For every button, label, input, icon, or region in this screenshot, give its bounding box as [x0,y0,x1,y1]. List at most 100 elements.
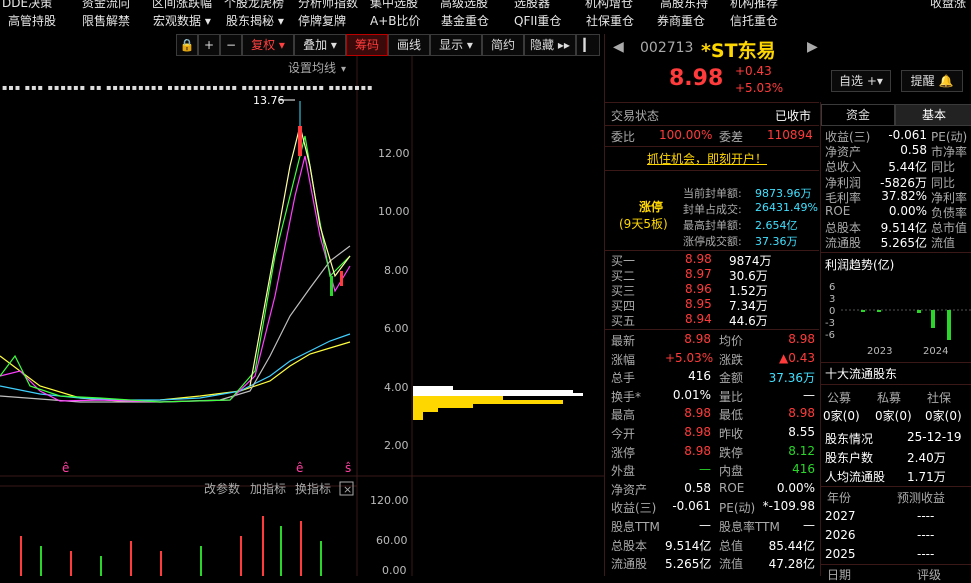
stat-label: 总值 [719,538,744,553]
weicha-value: 110894 [767,128,813,142]
stock-code: 002713 [640,40,694,56]
stat-value: 8.98 [788,332,815,346]
menu-item[interactable]: 券商重仓 [657,12,705,29]
menu-item[interactable]: 高股东持 [660,0,708,11]
fund-label: 流值 [931,236,956,251]
top-menu: DDE决策 资金流向 区间涨跌幅 个股龙虎榜 分析师指数 集中选股 高级选股 选… [0,0,971,34]
tab-basic[interactable]: 基本 [895,104,971,126]
fundamentals-panel: 资金 基本 收益(三) -0.061 PE(动) 净资产 0.58 市净率 总收入 5.44亿… [820,102,971,582]
profit-trend-title: 利润趋势(亿) [825,258,895,272]
stat-label: 最高 [611,408,636,423]
add-indicator-button[interactable]: 加指标 [250,481,286,496]
menu-item[interactable]: 资金流向 [82,0,130,11]
eps-year: 2026 [825,528,856,542]
holder-head: 私募 [877,391,902,405]
stat-value: 0.00% [776,480,815,495]
stat-value: -0.061 [672,499,711,514]
zoom-out-icon[interactable]: − [220,34,242,56]
hide-button[interactable]: 隐藏 ▸▸ [524,34,576,56]
stat-label: 金额 [719,371,744,386]
signal-strip: ▪▪▪ ▪▪▪ ▪▪▪▪▪▪ ▪▪ ▪▪▪▪▪▪▪▪▪ ▪▪▪▪▪▪▪▪▪▪▪ … [2,83,374,92]
svg-text:6: 6 [829,282,835,293]
stat-value: ▲0.43 [779,350,815,365]
switch-indicator-button[interactable]: 换指标 [295,481,331,496]
bottom-head: 日期 [827,568,852,582]
menu-item[interactable]: 个股龙虎榜 [224,0,284,11]
price-tick: 4.00 [384,381,409,394]
svg-text:ê: ê [62,461,69,475]
menu-item[interactable]: 高管持股 [8,12,56,29]
stat-value: 8.98 [684,425,711,439]
price-pct: +5.03% [735,81,784,95]
chart-toolbar: 🔒 + − 复权 ▾ 叠加 ▾ 筹码 画线 显示 ▾ 简约 隐藏 ▸▸ ▎ [176,34,604,56]
stat-label: 股息TTM [611,520,660,534]
prev-stock-icon[interactable]: ◀ [613,39,624,55]
eps-head: 预测收益 [897,491,946,505]
zoom-in-icon[interactable]: + [198,34,220,56]
holder-val: 0家(0) [875,409,912,423]
stat-value: 8.98 [684,443,711,458]
menu-item[interactable]: 分析师指数 [298,0,358,11]
display-button[interactable]: 显示 ▾ [430,34,482,56]
menu-item[interactable]: A+B比价 [370,12,421,29]
stat-value: 85.44亿 [768,538,815,553]
alert-button[interactable]: 提醒 🔔 [901,70,963,92]
menu-item[interactable]: 高级选股 [440,0,488,11]
stat-value: 0.01% [672,387,711,402]
menu-item[interactable]: 信托重仓 [730,12,778,29]
chip-button[interactable]: 筹码 [346,34,388,56]
fund-value: 5.265亿 [880,236,927,251]
eps-value: ---- [917,528,935,542]
svg-text:0: 0 [829,306,835,317]
menu-item[interactable]: 宏观数据 ▾ [153,12,211,29]
lock-icon[interactable]: 🔒 [176,34,198,56]
menu-item[interactable]: 机构推荐 [730,0,778,11]
svg-text:ŝ: ŝ [345,461,351,475]
menu-row-1: DDE决策 资金流向 区间涨跌幅 个股龙虎榜 分析师指数 集中选股 高级选股 选… [0,0,971,11]
add-watchlist-button[interactable]: 自选 +▾ [831,70,891,92]
signal-markers: êêŝ [62,461,351,475]
kline-chart[interactable]: 设置均线 ▾ ▪▪▪ ▪▪▪ ▪▪▪▪▪▪ ▪▪ ▪▪▪▪▪▪▪▪▪ ▪▪▪▪▪… [0,56,604,576]
stat-label: 流值 [719,557,744,572]
svg-text:2024: 2024 [923,346,948,357]
simple-button[interactable]: 简约 [482,34,524,56]
ma-lines [0,125,351,403]
menu-item[interactable]: 区间涨跌幅 [152,0,212,11]
menu-item[interactable]: 选股器 [514,0,550,11]
menu-item[interactable]: DDE决策 [2,0,52,11]
profit-trend-chart: 63 0-3 -6 2023 2024 [825,282,971,357]
peak-label: 13.76 [253,94,285,107]
eps-value: ---- [917,547,935,561]
open-account-link[interactable]: 抓住机会，即刻开户！ [647,150,767,167]
tab-capital[interactable]: 资金 [821,104,895,126]
next-stock-icon[interactable]: ▶ [807,39,818,55]
stat-value: 0.58 [684,480,711,495]
menu-item[interactable]: 收盘涨 [930,0,966,11]
menu-item[interactable]: 限售解禁 [82,12,130,29]
menu-item[interactable]: 股东揭秘 ▾ [226,12,284,29]
stat-label: 收益(三) [611,501,657,516]
stat-value: *-109.98 [762,499,815,514]
menu-item[interactable]: 机构增仓 [585,0,633,11]
dropdown-icon[interactable]: ▾ [341,64,346,75]
svg-text:-6: -6 [825,330,835,341]
ma-settings-label[interactable]: 设置均线 [288,61,336,75]
fund-value: -0.061 [888,128,927,142]
menu-item[interactable]: 停牌复牌 [298,12,346,29]
stat-value: 5.265亿 [665,557,712,572]
svg-text:-3: -3 [825,318,835,329]
menu-item[interactable]: 集中选股 [370,0,418,11]
menu-item[interactable]: 基金重仓 [441,12,489,29]
stat-label: 净资产 [611,482,648,497]
draw-button[interactable]: 画线 [388,34,430,56]
chip-distribution [413,386,583,420]
candles [298,101,343,296]
menu-item[interactable]: 社保重仓 [586,12,634,29]
menu-item[interactable]: QFII重仓 [514,12,561,29]
modify-params-button[interactable]: 改参数 [204,481,240,496]
stat-label: PE(动) [719,501,756,516]
overlay-button[interactable]: 叠加 ▾ [294,34,346,56]
fuquan-button[interactable]: 复权 ▾ [242,34,294,56]
expand-icon[interactable]: ▎ [576,34,600,56]
stat-label: 昨收 [719,427,744,441]
